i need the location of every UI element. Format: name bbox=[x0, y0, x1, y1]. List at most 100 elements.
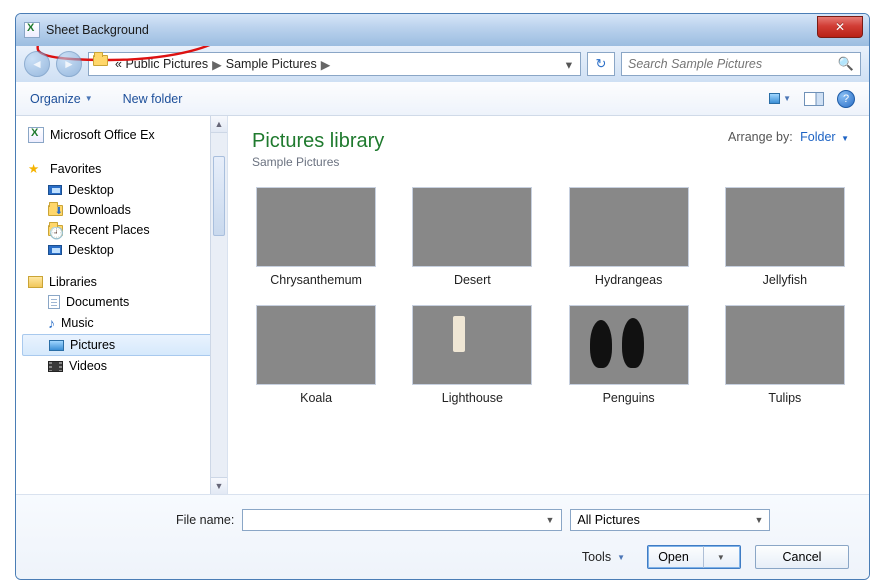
address-bar[interactable]: « Public Pictures ▶ Sample Pictures ▶ ▾ bbox=[88, 52, 581, 76]
sidebar-item-label: Microsoft Office Ex bbox=[50, 128, 155, 142]
chevron-down-icon: ▼ bbox=[783, 94, 791, 103]
thumbnail-caption: Chrysanthemum bbox=[252, 273, 380, 287]
thumbnail-caption: Hydrangeas bbox=[565, 273, 693, 287]
sidebar-item-label: Documents bbox=[66, 295, 129, 309]
thumbnail-caption: Penguins bbox=[565, 391, 693, 405]
sidebar-item-desktop[interactable]: Desktop bbox=[22, 240, 227, 260]
thumbnail-item[interactable]: Lighthouse bbox=[408, 305, 536, 405]
filename-combobox[interactable]: ▼ bbox=[242, 509, 562, 531]
arrange-by[interactable]: Arrange by: Folder ▼ bbox=[728, 130, 849, 144]
thumbnail-image bbox=[412, 187, 532, 267]
sidebar-item-downloads[interactable]: Downloads bbox=[22, 200, 227, 220]
chevron-down-icon[interactable]: ▼ bbox=[542, 515, 557, 525]
app-icon bbox=[24, 22, 40, 38]
search-input[interactable] bbox=[628, 57, 838, 71]
open-label: Open bbox=[658, 550, 689, 564]
sidebar-item-desktop[interactable]: Desktop bbox=[22, 180, 227, 200]
thumbnail-caption: Tulips bbox=[721, 391, 849, 405]
preview-pane-button[interactable] bbox=[803, 90, 825, 108]
back-button[interactable]: ◄ bbox=[24, 51, 50, 77]
refresh-icon: ↻ bbox=[596, 56, 607, 72]
library-subtitle: Sample Pictures bbox=[252, 155, 384, 169]
sidebar-scrollbar[interactable]: ▲ ▼ bbox=[210, 116, 227, 494]
refresh-button[interactable]: ↻ bbox=[587, 52, 615, 76]
thumbnail-caption: Desert bbox=[408, 273, 536, 287]
documents-icon bbox=[48, 295, 60, 309]
thumbnail-item[interactable]: Jellyfish bbox=[721, 187, 849, 287]
thumbnail-image bbox=[256, 187, 376, 267]
help-icon: ? bbox=[843, 93, 849, 105]
desktop-icon bbox=[48, 245, 62, 255]
scroll-thumb[interactable] bbox=[213, 156, 225, 236]
sidebar-item-documents[interactable]: Documents bbox=[22, 292, 227, 312]
arrow-right-icon: ► bbox=[63, 57, 75, 71]
new-folder-label: New folder bbox=[123, 92, 183, 106]
thumbnail-item[interactable]: Koala bbox=[252, 305, 380, 405]
breadcrumb-item[interactable]: Public Pictures bbox=[125, 57, 208, 71]
filename-input[interactable] bbox=[247, 513, 542, 527]
thumbnail-image bbox=[569, 305, 689, 385]
breadcrumb-item[interactable]: Sample Pictures bbox=[226, 57, 317, 71]
close-button[interactable]: ✕ bbox=[817, 16, 863, 38]
tools-label: Tools bbox=[582, 550, 611, 564]
arrow-left-icon: ◄ bbox=[31, 57, 43, 71]
filetype-filter[interactable]: All Pictures ▼ bbox=[570, 509, 770, 531]
organize-label: Organize bbox=[30, 92, 81, 106]
thumbnail-caption: Jellyfish bbox=[721, 273, 849, 287]
recent-icon bbox=[48, 225, 63, 236]
chevron-down-icon: ▼ bbox=[754, 515, 763, 525]
view-mode-button[interactable]: ▼ bbox=[769, 90, 791, 108]
open-dropdown[interactable]: ▼ bbox=[712, 553, 730, 562]
desktop-icon bbox=[48, 185, 62, 195]
scroll-down-icon[interactable]: ▼ bbox=[211, 477, 227, 494]
chevron-down-icon: ▼ bbox=[85, 94, 93, 103]
sidebar-group-libraries[interactable]: Libraries bbox=[22, 272, 227, 292]
filename-label: File name: bbox=[176, 513, 234, 527]
sidebar-item-label: Desktop bbox=[68, 243, 114, 257]
thumbnail-image bbox=[569, 187, 689, 267]
organize-menu[interactable]: Organize ▼ bbox=[30, 92, 93, 106]
libraries-icon bbox=[28, 276, 43, 288]
forward-button[interactable]: ► bbox=[56, 51, 82, 77]
arrange-label: Arrange by: bbox=[728, 130, 793, 144]
sidebar-item-label: Downloads bbox=[69, 203, 131, 217]
thumbnail-item[interactable]: Tulips bbox=[721, 305, 849, 405]
sidebar-item-label: Desktop bbox=[68, 183, 114, 197]
thumbnail-item[interactable]: Hydrangeas bbox=[565, 187, 693, 287]
address-dropdown-icon[interactable]: ▾ bbox=[562, 57, 576, 72]
thumbnail-caption: Lighthouse bbox=[408, 391, 536, 405]
thumbnail-item[interactable]: Chrysanthemum bbox=[252, 187, 380, 287]
excel-icon bbox=[28, 127, 44, 143]
new-folder-button[interactable]: New folder bbox=[123, 92, 183, 106]
sidebar-item-recent[interactable]: Recent Places bbox=[22, 220, 227, 240]
thumbnail-image bbox=[725, 187, 845, 267]
scroll-up-icon[interactable]: ▲ bbox=[211, 116, 227, 133]
chevron-down-icon: ▼ bbox=[841, 134, 849, 143]
file-dialog-window: Sheet Background ✕ ◄ ► « Public Pictures… bbox=[15, 13, 870, 580]
thumbnail-image bbox=[256, 305, 376, 385]
window-title: Sheet Background bbox=[46, 23, 149, 37]
body: Microsoft Office Ex ★ Favorites Desktop … bbox=[16, 116, 869, 494]
thumbnail-caption: Koala bbox=[252, 391, 380, 405]
sidebar-group-favorites[interactable]: ★ Favorites bbox=[22, 158, 227, 180]
thumbnail-item[interactable]: Penguins bbox=[565, 305, 693, 405]
downloads-icon bbox=[48, 205, 63, 216]
tools-menu[interactable]: Tools ▼ bbox=[582, 550, 625, 564]
filter-value: All Pictures bbox=[577, 513, 640, 527]
chevron-down-icon: ▼ bbox=[617, 553, 625, 562]
search-box[interactable]: 🔍 bbox=[621, 52, 861, 76]
star-icon: ★ bbox=[28, 161, 44, 177]
sidebar-item-office[interactable]: Microsoft Office Ex bbox=[22, 124, 227, 146]
search-icon[interactable]: 🔍 bbox=[838, 56, 854, 72]
videos-icon bbox=[48, 361, 63, 372]
sidebar-item-music[interactable]: ♪Music bbox=[22, 312, 227, 334]
sidebar-item-videos[interactable]: Videos bbox=[22, 356, 227, 376]
help-button[interactable]: ? bbox=[837, 90, 855, 108]
thumbnail-item[interactable]: Desert bbox=[408, 187, 536, 287]
cancel-button[interactable]: Cancel bbox=[755, 545, 849, 569]
thumbnail-grid: Chrysanthemum Desert Hydrangeas Jellyfish Ko… bbox=[252, 187, 849, 405]
library-title: Pictures library bbox=[252, 130, 384, 153]
sidebar-item-pictures[interactable]: Pictures bbox=[22, 334, 227, 356]
open-button[interactable]: Open ▼ bbox=[647, 545, 741, 569]
button-split-divider bbox=[703, 546, 704, 568]
